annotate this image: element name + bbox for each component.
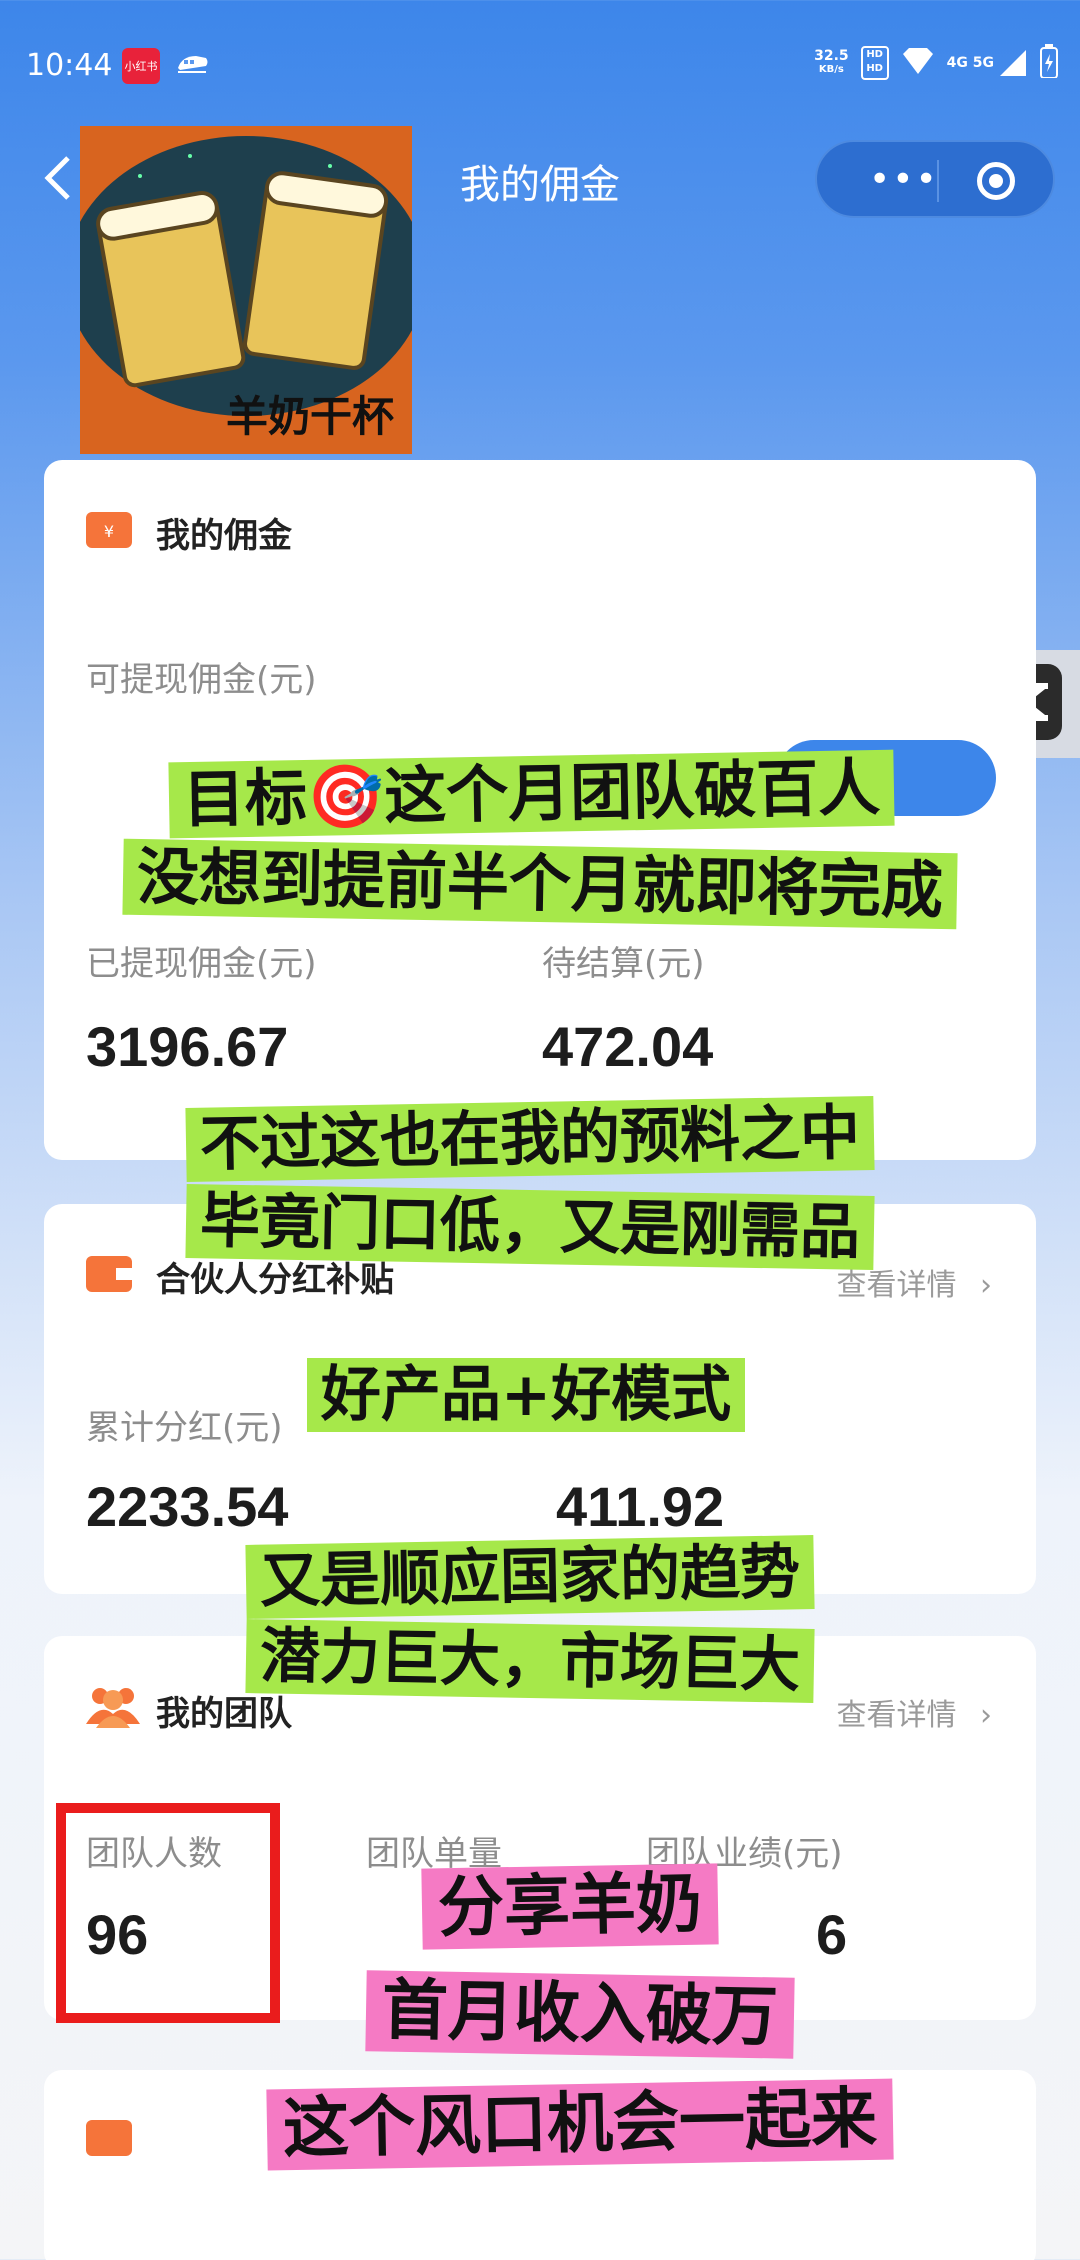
commission-card-title: 我的佣金 xyxy=(156,516,292,556)
total-dividend-label: 累计分红(元) xyxy=(86,1408,283,1448)
overlay-caption-goal: 目标🎯这个月团队破百人 xyxy=(82,749,982,839)
pending-value: 472.04 xyxy=(542,1015,714,1078)
train-icon xyxy=(176,52,210,80)
status-bar: 10:44 小红书 32.5 KB/s HD HD 4G 5G xyxy=(0,0,1080,130)
beer-cheers-sticker: 羊奶干杯 xyxy=(80,126,412,454)
overlay-caption-share-milk: 分享羊奶 xyxy=(340,1863,800,1950)
highlight-box xyxy=(56,1803,280,2023)
overlay-caption-trend: 又是顺应国家的趋势 xyxy=(150,1535,910,1619)
svg-text:¥: ¥ xyxy=(104,522,114,541)
overlay-caption-first-month: 首月收入破万 xyxy=(270,1970,890,2059)
total-dividend-value: 2233.54 xyxy=(86,1475,289,1538)
hd-icon: HD HD xyxy=(860,46,889,80)
miniapp-capsule: ••• xyxy=(815,140,1055,218)
team-people-icon xyxy=(86,1684,140,1732)
vpn-icon xyxy=(901,46,935,80)
wallet-icon: ¥ xyxy=(86,512,132,552)
more-dots-icon[interactable]: ••• xyxy=(869,162,939,198)
overlay-caption-potential: 潜力巨大，市场巨大 xyxy=(150,1619,910,1703)
withdrawn-label: 已提现佣金(元) xyxy=(86,944,317,984)
withdrawable-label: 可提现佣金(元) xyxy=(86,660,317,700)
xiaohongshu-badge-icon: 小红书 xyxy=(122,48,160,84)
dividend-second-value: 411.92 xyxy=(556,1475,725,1538)
status-time: 10:44 xyxy=(26,48,113,83)
withdrawn-value: 3196.67 xyxy=(86,1015,289,1078)
overlay-caption-ahead: 没想到提前半个月就即将完成 xyxy=(22,838,1058,930)
chevron-right-icon: › xyxy=(980,1698,992,1733)
overlay-caption-essential: 毕竟门口低，又是刚需品 xyxy=(100,1184,960,1270)
overlay-caption-opportunity: 这个风口机会一起来 xyxy=(110,2078,1050,2171)
team-performance-value: 6 xyxy=(816,1903,848,1966)
status-right: 32.5 KB/s HD HD 4G 5G xyxy=(814,44,1058,82)
capsule-divider xyxy=(937,160,939,202)
overlay-caption-expected: 不过这也在我的预料之中 xyxy=(100,1096,960,1182)
net-speed: 32.5 KB/s xyxy=(814,48,849,75)
sticker-caption: 羊奶干杯 xyxy=(225,392,394,441)
battery-icon xyxy=(1040,44,1058,82)
target-icon[interactable] xyxy=(977,162,1015,200)
pending-label: 待结算(元) xyxy=(542,944,705,984)
overlay-caption-good-product: 好产品+好模式 xyxy=(256,1358,796,1432)
chevron-right-icon: › xyxy=(980,1268,992,1303)
signal-icon: 4G 5G xyxy=(947,48,1028,78)
